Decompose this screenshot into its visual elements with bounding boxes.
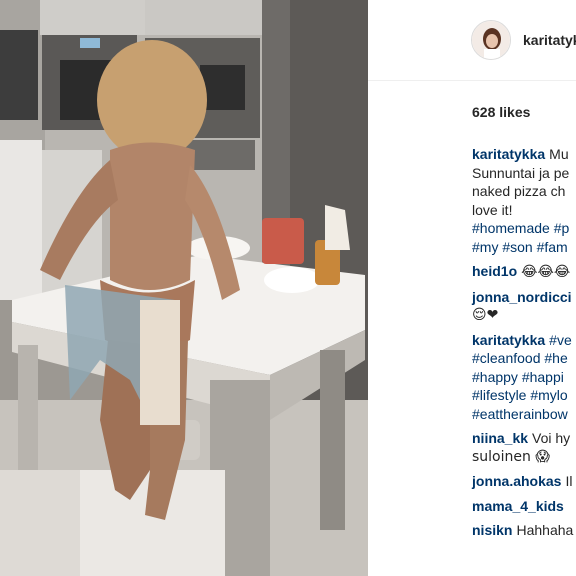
like-count[interactable]: 628 likes <box>472 104 530 120</box>
comment-item: heid1o 😂😂😂 <box>472 262 576 282</box>
comment-text: love it! <box>472 201 513 218</box>
post-photo[interactable] <box>0 0 368 576</box>
post-header: karitatykka <box>368 0 576 81</box>
comment-username[interactable]: jonna.ahokas <box>472 473 561 489</box>
hashtag-link[interactable]: #cleanfood #he <box>472 349 576 368</box>
hashtag-link[interactable]: #lifestyle #mylo <box>472 386 576 405</box>
hashtag-link[interactable]: #homemade #p <box>472 219 576 238</box>
photo-scene <box>0 0 368 576</box>
comment-item: jonna_nordicci 😌❤ <box>472 288 576 325</box>
author-avatar[interactable] <box>471 20 511 60</box>
post-sidebar: karitatykka 628 likes karitatykkaMu Sunn… <box>368 0 576 576</box>
comment-username[interactable]: mama_4_kids <box>472 498 564 514</box>
hashtag-link[interactable]: #happy #happi <box>472 368 576 387</box>
comment-text: Il <box>565 473 573 489</box>
avatar-image <box>472 21 510 59</box>
comment-list: karitatykka Mu Sunnuntai ja pe naked pizz… <box>472 145 576 546</box>
comment-text: Voi hy <box>532 430 571 446</box>
hashtag-link[interactable]: #my #son #fam <box>472 238 576 257</box>
comment-username[interactable]: niina_kk <box>472 430 528 446</box>
comment-item: karitatykka #ve #cleanfood #he #happy #ha… <box>472 331 576 424</box>
comment-text: Mu <box>549 146 569 162</box>
comment-text: Hahhaha <box>516 522 574 538</box>
comment-text: naked pizza ch <box>472 183 566 199</box>
comment-item: mama_4_kids <box>472 497 576 516</box>
comment-username[interactable]: nisikn <box>472 522 512 538</box>
comment-username[interactable]: jonna_nordicci <box>472 289 572 305</box>
comment-text: 😌❤ <box>472 307 499 323</box>
comment-username[interactable]: karitatykka <box>472 146 545 162</box>
comment-username[interactable]: karitatykka <box>472 332 545 348</box>
comment-item: niina_kk Voi hy suloinen 😱 <box>472 429 576 466</box>
comment-text: suloinen 😱 <box>472 448 550 465</box>
comment-text: 😂😂😂 <box>521 264 571 280</box>
hashtag-link[interactable]: #eattherainbow <box>472 405 576 424</box>
hashtag-link[interactable]: #ve <box>549 332 572 348</box>
comment-item: karitatykka Mu Sunnuntai ja pe naked pizz… <box>472 145 576 256</box>
comment-item: nisikn Hahhaha <box>472 521 576 540</box>
comment-username[interactable]: heid1o <box>472 263 517 279</box>
comment-text: Sunnuntai ja pe <box>472 164 570 181</box>
comment-item: jonna.ahokas Il <box>472 472 576 491</box>
author-username[interactable]: karitatykka <box>523 32 576 48</box>
